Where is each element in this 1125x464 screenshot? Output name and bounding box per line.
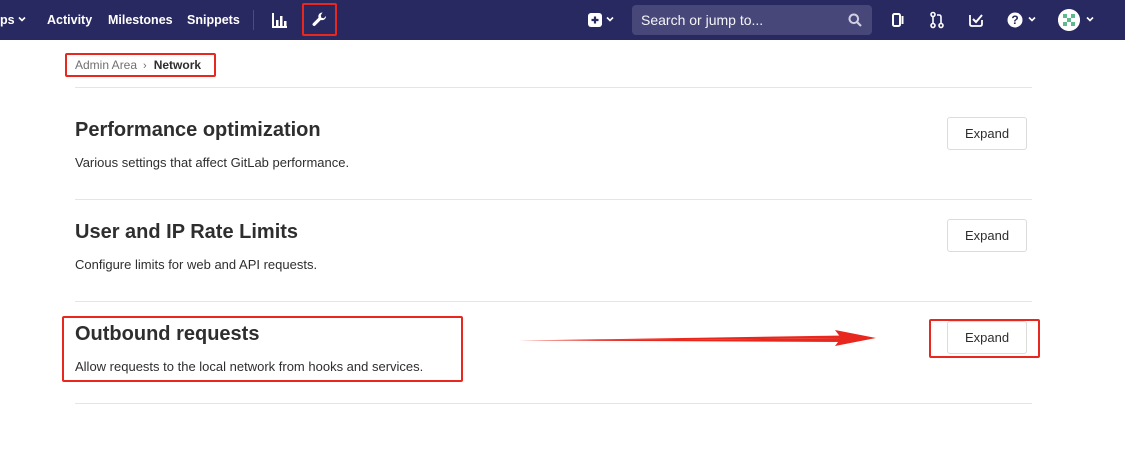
chevron-down-icon[interactable] [18,15,26,23]
nav-link-activity[interactable]: Activity [47,0,92,40]
avatar[interactable] [1058,9,1080,31]
search-field[interactable] [632,5,872,35]
section-title: Performance optimization [75,119,321,141]
settings-section-outbound-requests: Outbound requests Allow requests to the … [75,302,1032,404]
section-description: Various settings that affect GitLab perf… [75,155,350,170]
chart-icon[interactable] [270,10,290,30]
admin-wrench-icon[interactable] [309,10,329,30]
breadcrumb: Admin Area › Network [75,57,201,73]
nav-divider [253,10,254,30]
breadcrumb-network[interactable]: Network [154,58,201,72]
nav-link-groups[interactable]: ps [0,0,15,40]
expand-button[interactable]: Expand [947,219,1027,252]
expand-button[interactable]: Expand [947,321,1027,354]
settings-section-performance: Performance optimization Various setting… [75,98,1032,200]
section-title: Outbound requests [75,323,260,345]
search-input[interactable] [641,5,841,35]
todos-icon[interactable] [966,10,986,30]
top-navbar: ps Activity Milestones Snippets ? [0,0,1125,40]
settings-section-rate-limits: User and IP Rate Limits Configure limits… [75,200,1032,302]
chevron-down-icon[interactable] [606,15,614,23]
divider [75,87,1032,88]
search-icon [848,13,862,27]
new-plus-icon[interactable] [585,10,605,30]
section-description: Allow requests to the local network from… [75,359,424,374]
section-title: User and IP Rate Limits [75,221,299,243]
chevron-down-icon[interactable] [1028,15,1036,23]
section-description: Configure limits for web and API request… [75,257,318,272]
help-icon[interactable]: ? [1005,10,1025,30]
merge-requests-icon[interactable] [927,10,947,30]
chevron-right-icon: › [143,60,147,72]
chevron-down-icon[interactable] [1086,15,1094,23]
breadcrumb-admin-area[interactable]: Admin Area [75,58,137,72]
nav-link-snippets[interactable]: Snippets [187,0,240,40]
nav-link-milestones[interactable]: Milestones [108,0,173,40]
annotation-arrow-icon [519,330,876,346]
expand-button[interactable]: Expand [947,117,1027,150]
svg-text:?: ? [1011,13,1018,27]
issues-icon[interactable] [888,10,908,30]
